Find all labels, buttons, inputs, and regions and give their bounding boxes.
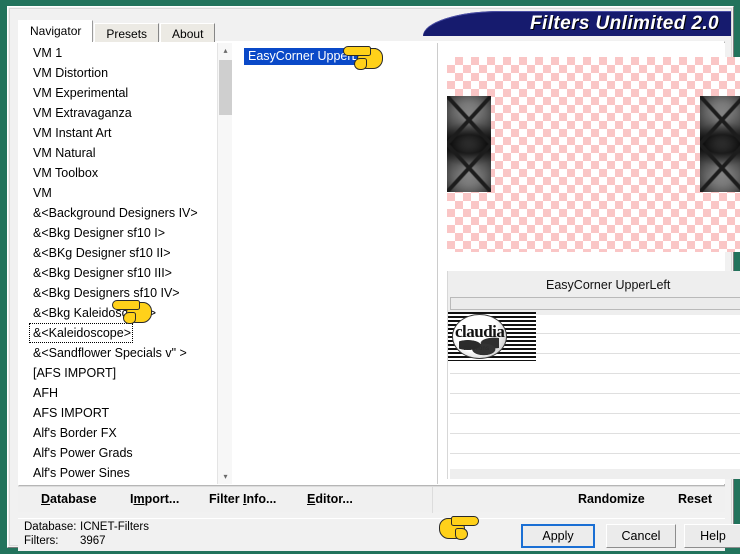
title-banner: Filters Unlimited 2.0: [421, 9, 731, 36]
tab-navigator[interactable]: Navigator: [18, 20, 94, 42]
filter-list-item-selected[interactable]: EasyCorner UpperLeft: [244, 48, 377, 65]
apply-button[interactable]: Apply: [521, 524, 595, 548]
window-inner: Filters Unlimited 2.0 Navigator Presets …: [9, 8, 740, 551]
cancel-button[interactable]: Cancel: [606, 524, 676, 548]
status-filters-label: Filters:: [24, 535, 59, 547]
list-item[interactable]: Alf's Power Sines: [20, 463, 223, 483]
kaleidoscope-pattern-right: [700, 96, 740, 192]
status-bar: Database: ICNET-Filters Filters: 3967 Ap…: [18, 518, 740, 551]
claudia-watermark: claudia creations: [448, 312, 536, 361]
watermark-subtext: creations: [463, 346, 490, 352]
preview-image: [447, 57, 740, 252]
parameter-row-divider: [450, 413, 740, 414]
scroll-down-icon[interactable]: ▾: [218, 469, 233, 484]
list-item[interactable]: Alf's Border FX: [20, 423, 223, 443]
list-item[interactable]: &<Bkg Kaleidoscope>: [20, 303, 223, 323]
parameter-name-label: EasyCorner UpperLeft: [546, 278, 671, 292]
kaleidoscope-pattern-left: [447, 96, 491, 192]
import-button[interactable]: Import...: [130, 492, 179, 506]
list-item[interactable]: VM Instant Art: [20, 123, 223, 143]
parameter-row-divider: [450, 393, 740, 394]
reset-button[interactable]: Reset: [678, 492, 712, 506]
list-item[interactable]: &<Background Designers IV>: [20, 203, 223, 223]
toolbar-divider: [432, 487, 433, 513]
randomize-button[interactable]: Randomize: [578, 492, 645, 506]
list-item[interactable]: Alf's Power Toys: [20, 483, 223, 484]
help-button[interactable]: Help: [684, 524, 740, 548]
list-item[interactable]: VM Experimental: [20, 83, 223, 103]
category-list-scrollbar[interactable]: ▴ ▾: [217, 43, 232, 484]
list-item[interactable]: &<Sandflower Specials v" >: [20, 343, 223, 363]
parameters-panel: EasyCorner UpperLeft claudia creations: [447, 271, 740, 479]
watermark-text: claudia: [455, 322, 505, 341]
list-item[interactable]: &<Bkg Designer sf10 III>: [20, 263, 223, 283]
status-filters-count: 3967: [80, 535, 106, 547]
category-list[interactable]: VM 1 VM Distortion VM Experimental VM Ex…: [20, 43, 223, 484]
tab-presets[interactable]: Presets: [94, 23, 160, 42]
list-item[interactable]: &<Bkg Designer sf10 I>: [20, 223, 223, 243]
list-item[interactable]: VM Toolbox: [20, 163, 223, 183]
list-item[interactable]: [AFS IMPORT]: [20, 363, 223, 383]
app-root: Filters Unlimited 2.0 Navigator Presets …: [0, 0, 740, 554]
list-item[interactable]: VM Distortion: [20, 63, 223, 83]
parameter-row-divider: [450, 453, 740, 454]
status-database-label: Database:: [24, 521, 77, 533]
filters-unlimited-window: Filters Unlimited 2.0 Navigator Presets …: [7, 6, 740, 551]
parameter-panel-footer: [450, 469, 740, 479]
navigator-panel: VM 1 VM Distortion VM Experimental VM Ex…: [18, 41, 740, 486]
list-item[interactable]: Alf's Power Grads: [20, 443, 223, 463]
scroll-up-icon[interactable]: ▴: [218, 43, 233, 58]
parameter-slider[interactable]: [450, 297, 740, 310]
toolbar: Database Import... Filter Info... Editor…: [18, 486, 725, 513]
parameter-row-divider: [450, 373, 740, 374]
list-item-kaleidoscope-selected[interactable]: &<Kaleidoscope>: [29, 323, 133, 343]
list-item[interactable]: VM 1: [20, 43, 223, 63]
database-button[interactable]: Database: [41, 492, 97, 506]
list-item[interactable]: VM Extravaganza: [20, 103, 223, 123]
filter-info-button[interactable]: Filter Info...: [209, 492, 276, 506]
list-item[interactable]: AFS IMPORT: [20, 403, 223, 423]
editor-button[interactable]: Editor...: [307, 492, 353, 506]
tab-about[interactable]: About: [160, 23, 216, 42]
list-item[interactable]: &<Bkg Designers sf10 IV>: [20, 283, 223, 303]
list-item[interactable]: &<BKg Designer sf10 II>: [20, 243, 223, 263]
status-database-value: ICNET-Filters: [80, 521, 149, 533]
scrollbar-thumb[interactable]: [219, 60, 232, 115]
tab-bar: Navigator Presets About: [18, 20, 216, 42]
preview-column: EasyCorner UpperLeft claudia creations: [439, 43, 740, 484]
filter-list[interactable]: EasyCorner UpperLeft: [233, 43, 438, 484]
list-item[interactable]: VM Natural: [20, 143, 223, 163]
parameter-row-divider: [450, 433, 740, 434]
list-item[interactable]: AFH: [20, 383, 223, 403]
app-title: Filters Unlimited 2.0: [530, 13, 719, 34]
list-item[interactable]: VM: [20, 183, 223, 203]
